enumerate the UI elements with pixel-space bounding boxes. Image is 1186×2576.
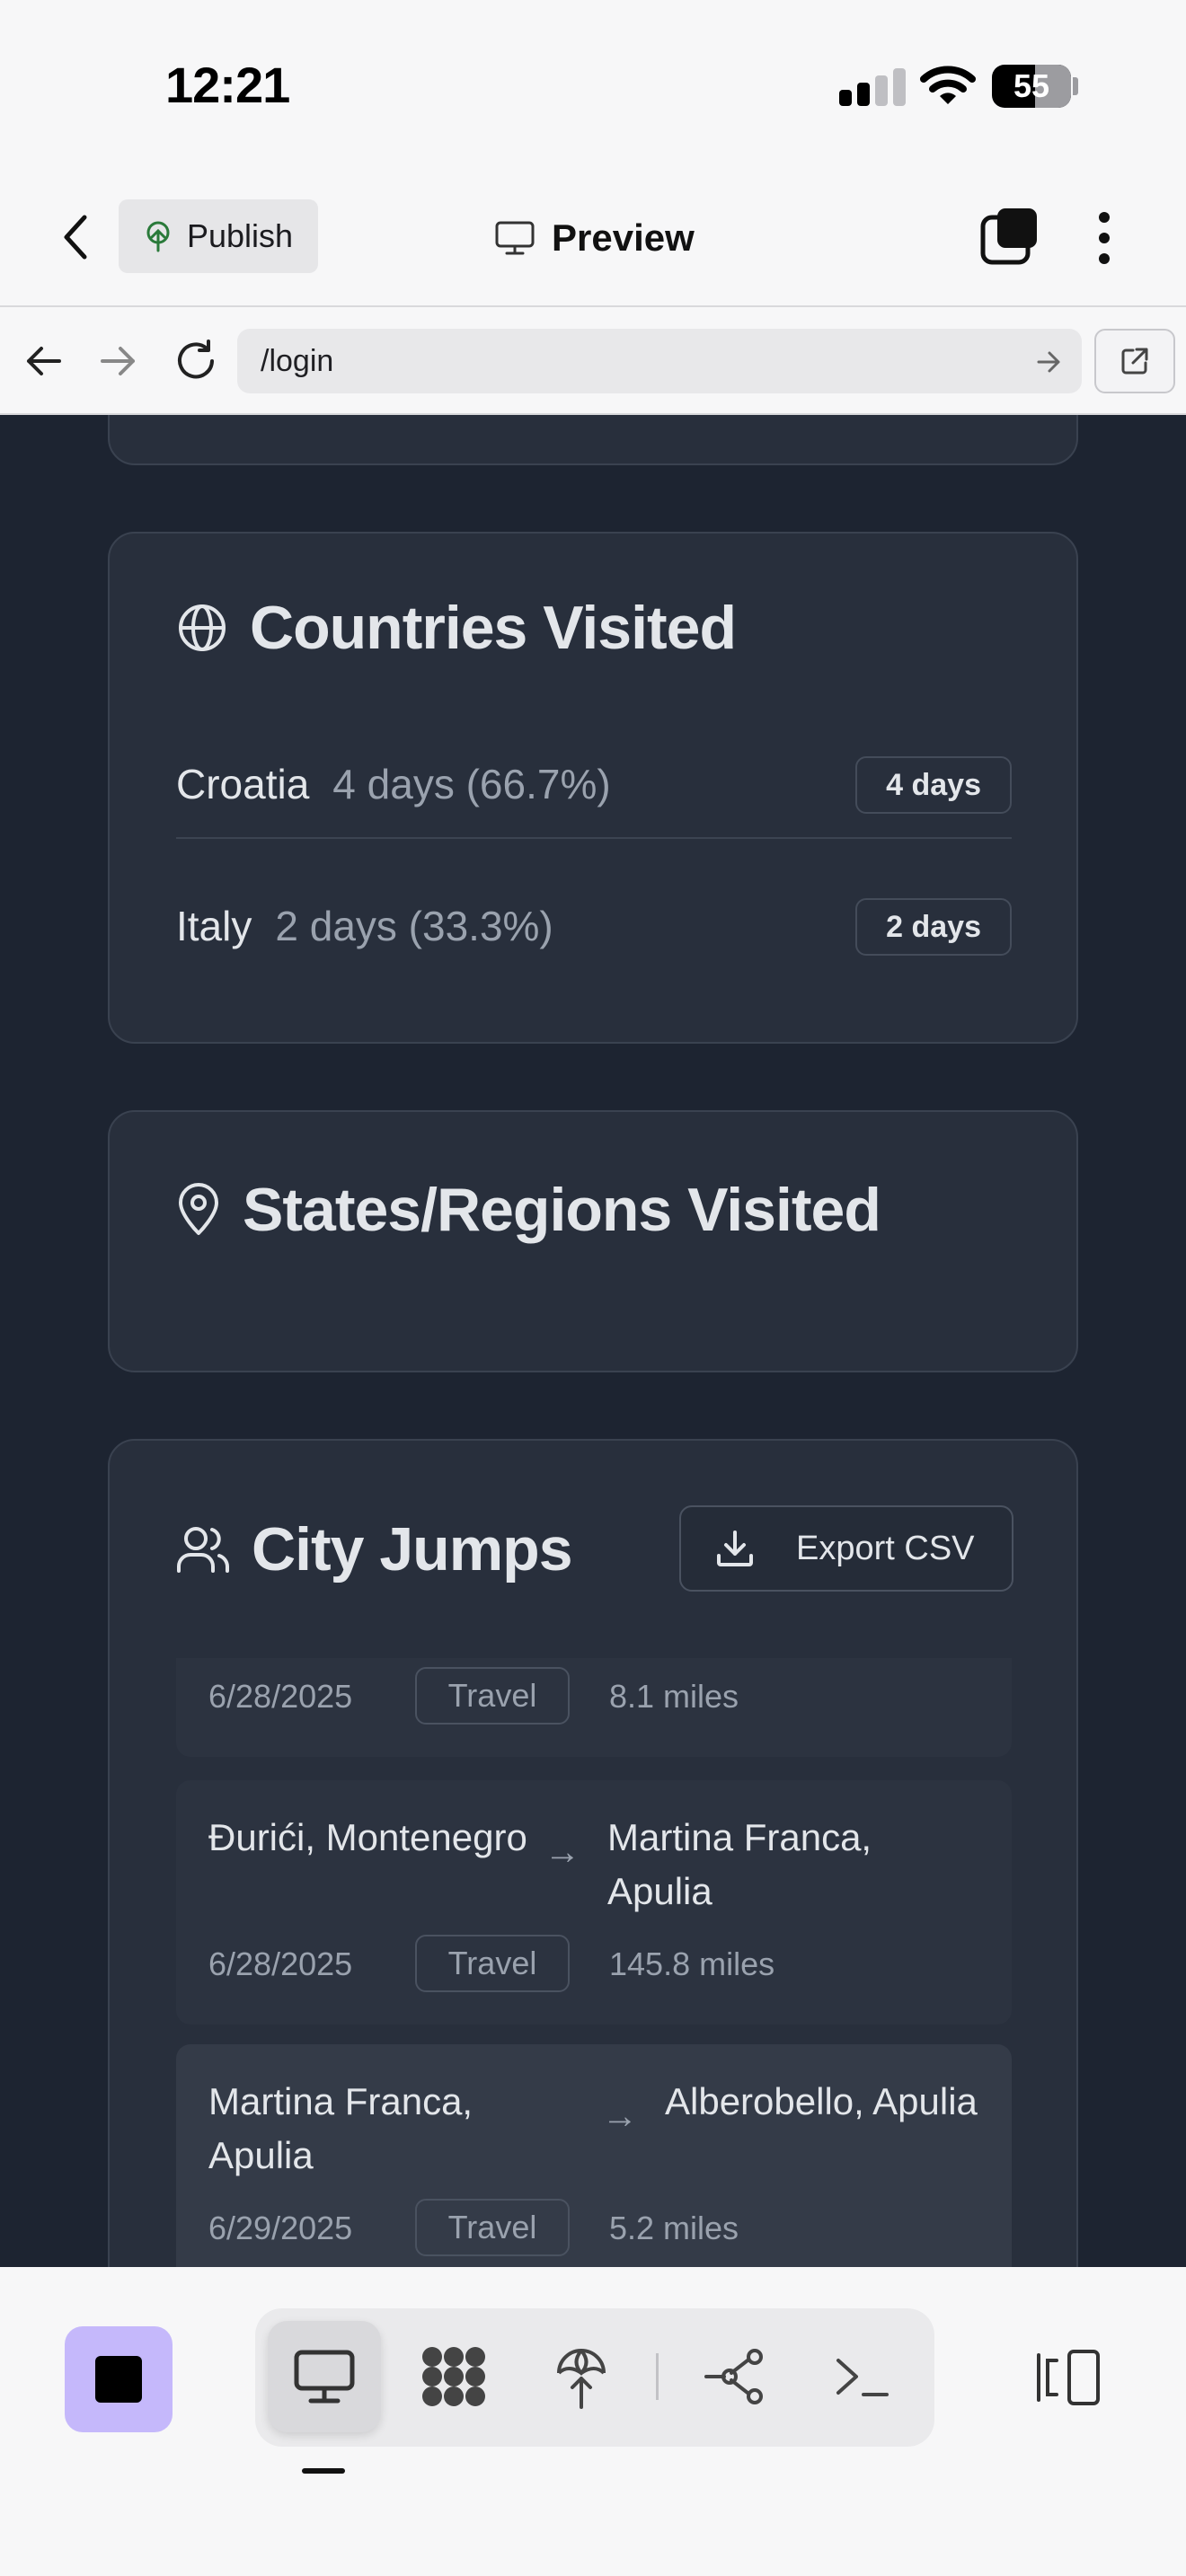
regions-visited-card: States/Regions Visited — [108, 1110, 1078, 1372]
battery-icon: 55 — [992, 65, 1071, 108]
country-detail: 4 days (66.7%) — [332, 761, 611, 807]
bottom-toolbar — [0, 2267, 1186, 2576]
jump-from: Đurići, Montenegro — [208, 1816, 527, 1858]
country-row: Croatia 4 days (66.7%) 4 days — [176, 744, 1012, 825]
deploy-icon — [557, 2349, 606, 2409]
jump-type-badge: Travel — [415, 1667, 570, 1725]
url-text: /login — [261, 343, 334, 378]
preview-icon — [294, 2350, 355, 2404]
city-jump-item[interactable]: Martina Franca, Apulia → Alberobello, Ap… — [176, 2044, 1012, 2267]
publish-label: Publish — [187, 217, 294, 254]
download-icon — [717, 1531, 753, 1566]
assets-tool-button[interactable] — [397, 2321, 510, 2432]
toolbar-separator — [656, 2353, 659, 2400]
reload-icon[interactable] — [173, 338, 219, 384]
browser-back-icon[interactable] — [22, 341, 65, 381]
git-tool-button[interactable] — [677, 2321, 791, 2432]
countries-visited-card: Countries Visited Croatia 4 days (66.7%)… — [108, 532, 1078, 1044]
git-icon — [704, 2349, 763, 2404]
jump-distance: 5.2 miles — [609, 2210, 739, 2246]
wifi-icon — [920, 66, 976, 104]
city-jumps-card: City Jumps Export CSV 6/28/2025 Travel 8… — [108, 1439, 1078, 2267]
active-tab-indicator — [302, 2468, 345, 2474]
app-bar: Publish Preview — [0, 171, 1186, 305]
regions-title-label: States/Regions Visited — [243, 1176, 881, 1244]
city-jump-item[interactable]: 6/28/2025 Travel 8.1 miles — [176, 1658, 1012, 1757]
country-row: Italy 2 days (33.3%) 2 days — [176, 886, 1012, 966]
publish-button[interactable]: Publish — [119, 199, 318, 273]
export-csv-button[interactable]: Export CSV — [679, 1505, 1013, 1592]
previous-card — [108, 415, 1078, 465]
split-view-icon[interactable] — [1033, 2348, 1102, 2407]
content-area[interactable]: Countries Visited Croatia 4 days (66.7%)… — [0, 415, 1186, 2267]
city-jumps-list[interactable]: 6/28/2025 Travel 8.1 miles Đurići, Monte… — [176, 1658, 1012, 2267]
days-badge: 2 days — [855, 898, 1012, 956]
preview-title: Preview — [494, 207, 695, 269]
battery-level: 55 — [1013, 67, 1050, 104]
url-input[interactable]: /login — [237, 329, 1082, 393]
country-detail: 2 days (33.3%) — [275, 903, 553, 949]
jump-type-badge: Travel — [415, 1935, 570, 1992]
browser-bar: /login — [0, 305, 1186, 415]
jump-date: 6/28/2025 — [208, 1678, 353, 1715]
jump-type-badge: Travel — [415, 2199, 570, 2256]
country-name: Croatia — [176, 761, 310, 807]
countries-title-label: Countries Visited — [250, 594, 737, 662]
jump-date: 6/29/2025 — [208, 2210, 353, 2246]
export-csv-label: Export CSV — [796, 1529, 975, 1567]
deploy-tool-button[interactable] — [525, 2321, 638, 2432]
more-vertical-icon[interactable] — [1091, 208, 1118, 268]
publish-icon — [146, 221, 170, 252]
browser-forward-icon[interactable] — [97, 341, 140, 381]
arrow-right-icon: → — [602, 2096, 638, 2136]
stop-icon — [95, 2356, 142, 2403]
countries-title: Countries Visited — [176, 593, 737, 663]
tool-group — [255, 2308, 934, 2447]
terminal-icon — [836, 2359, 889, 2396]
terminal-tool-button[interactable] — [805, 2321, 918, 2432]
assets-icon — [422, 2347, 485, 2406]
external-link-icon — [1121, 348, 1148, 375]
globe-icon — [179, 604, 226, 651]
jump-to: Martina Franca, Apulia — [607, 1816, 872, 1912]
jump-distance: 8.1 miles — [609, 1678, 739, 1715]
users-icon — [177, 1527, 229, 1573]
jump-date: 6/28/2025 — [208, 1945, 353, 1982]
jump-distance: 145.8 miles — [609, 1945, 775, 1982]
map-pin-icon — [179, 1183, 218, 1235]
clock: 12:21 — [165, 57, 290, 113]
preview-tool-button[interactable] — [268, 2321, 381, 2432]
arrow-right-icon: → — [544, 1832, 580, 1872]
open-external-button[interactable] — [1094, 329, 1175, 393]
row-divider — [176, 837, 1012, 839]
days-badge: 4 days — [855, 756, 1012, 814]
monitor-icon — [495, 221, 535, 255]
status-bar: 12:21 55 — [0, 0, 1186, 171]
country-name: Italy — [176, 903, 252, 949]
jump-from: Martina Franca, Apulia — [208, 2080, 474, 2176]
preview-title-label: Preview — [552, 216, 695, 259]
city-jumps-title-label: City Jumps — [252, 1515, 573, 1584]
jump-to: Alberobello, Apulia — [665, 2080, 978, 2122]
stop-button[interactable] — [65, 2326, 173, 2432]
tabs-icon[interactable] — [979, 207, 1039, 266]
regions-title: States/Regions Visited — [176, 1175, 881, 1245]
cellular-signal-icon — [839, 68, 906, 106]
battery-cap — [1073, 77, 1078, 95]
go-arrow-icon[interactable] — [1037, 350, 1062, 374]
city-jumps-title: City Jumps — [176, 1514, 573, 1584]
city-jump-item[interactable]: Đurići, Montenegro → Martina Franca, Apu… — [176, 1780, 1012, 2025]
back-chevron-icon[interactable] — [58, 212, 93, 262]
